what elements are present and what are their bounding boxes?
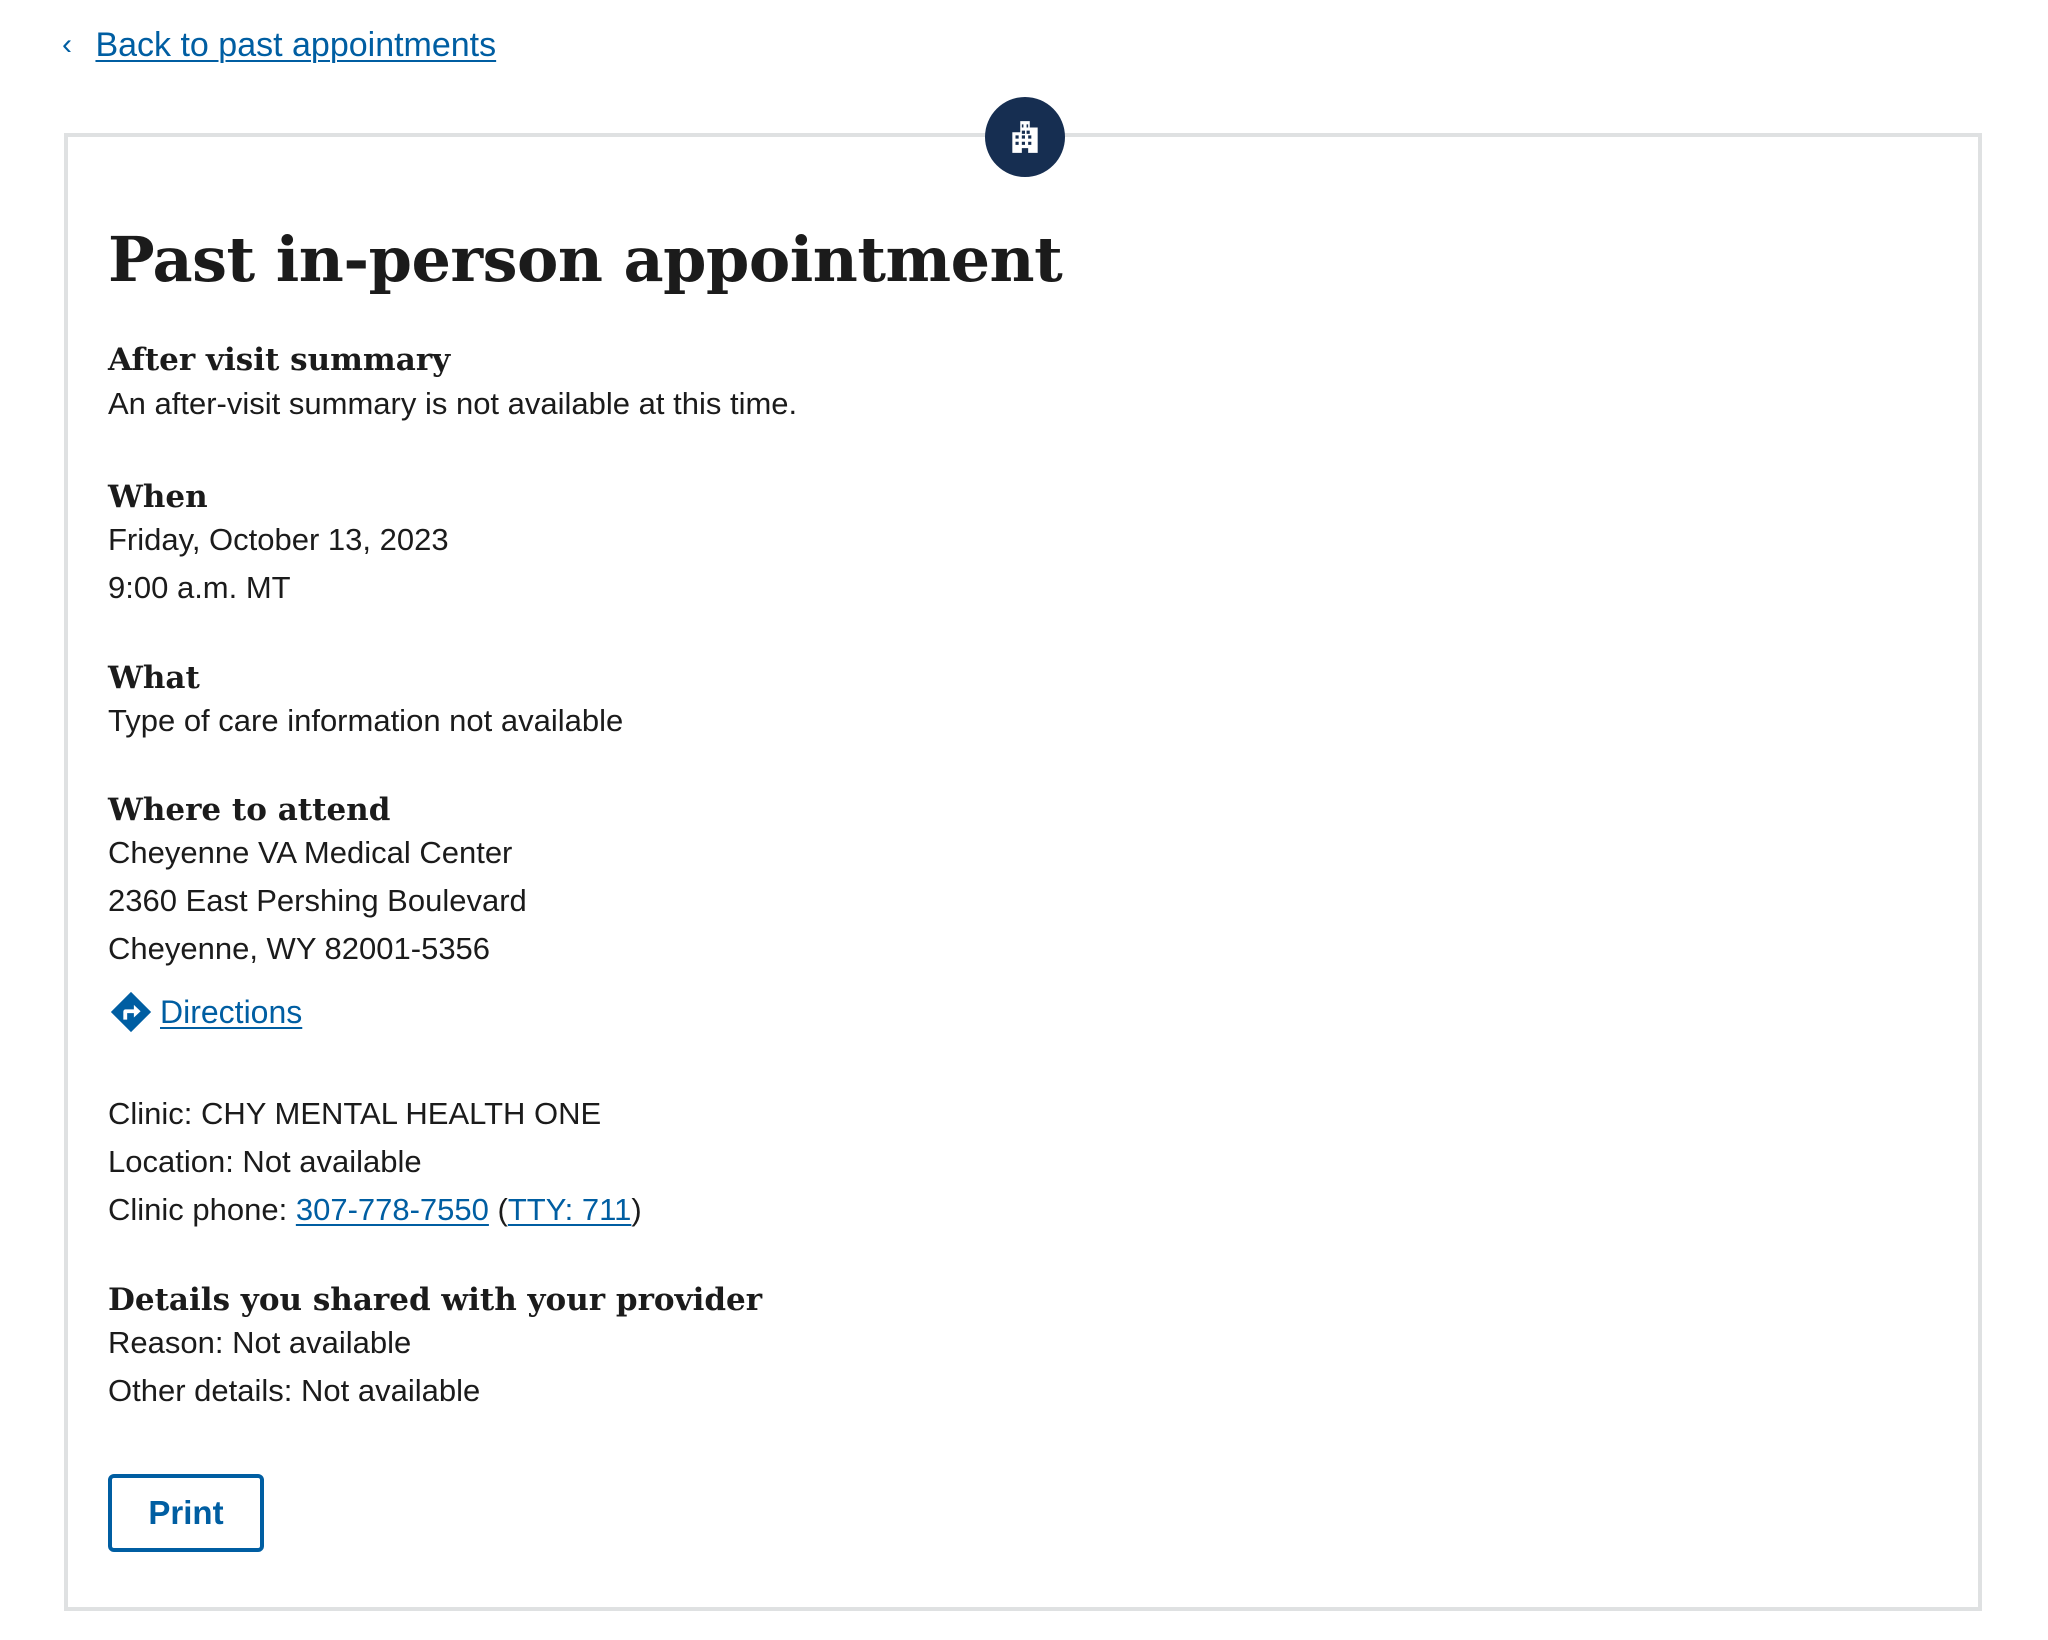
- back-to-past-appointments-link[interactable]: Back to past appointments: [95, 26, 496, 64]
- facility-name: Cheyenne VA Medical Center: [108, 835, 513, 870]
- clinic-location: Location: Not available: [108, 1144, 422, 1179]
- details-reason: Reason: Not available: [108, 1325, 412, 1360]
- clinic-phone-line: Clinic phone: 307-778-7550 (TTY: 711): [108, 1192, 642, 1227]
- when-date: Friday, October 13, 2023: [108, 522, 449, 557]
- city-state-zip: Cheyenne, WY 82001-5356: [108, 931, 491, 966]
- print-button[interactable]: Print: [108, 1474, 264, 1552]
- what-text: Type of care information not available: [108, 703, 624, 738]
- clinic-phone-label: Clinic phone:: [108, 1192, 296, 1227]
- street-address: 2360 East Pershing Boulevard: [108, 883, 527, 918]
- details-heading: Details you shared with your provider: [108, 1282, 763, 1318]
- directions-icon: [110, 991, 152, 1033]
- clinic-name: Clinic: CHY MENTAL HEALTH ONE: [108, 1096, 602, 1131]
- page-title: Past in-person appointment: [108, 223, 1063, 296]
- after-visit-heading: After visit summary: [108, 342, 451, 378]
- building-icon: [985, 97, 1065, 177]
- when-time: 9:00 a.m. MT: [108, 570, 291, 605]
- where-heading: Where to attend: [108, 792, 391, 828]
- tty-link[interactable]: TTY: 711: [508, 1192, 632, 1227]
- when-heading: When: [108, 479, 208, 515]
- chevron-left-icon: ‹: [62, 28, 72, 61]
- directions-link[interactable]: Directions: [160, 988, 302, 1036]
- after-visit-text: An after-visit summary is not available …: [108, 386, 798, 421]
- directions-row: Directions: [108, 988, 302, 1036]
- what-heading: What: [108, 660, 200, 696]
- clinic-phone-link[interactable]: 307-778-7550: [296, 1192, 489, 1227]
- back-link-container: ‹ Back to past appointments: [62, 20, 496, 72]
- details-other: Other details: Not available: [108, 1373, 481, 1408]
